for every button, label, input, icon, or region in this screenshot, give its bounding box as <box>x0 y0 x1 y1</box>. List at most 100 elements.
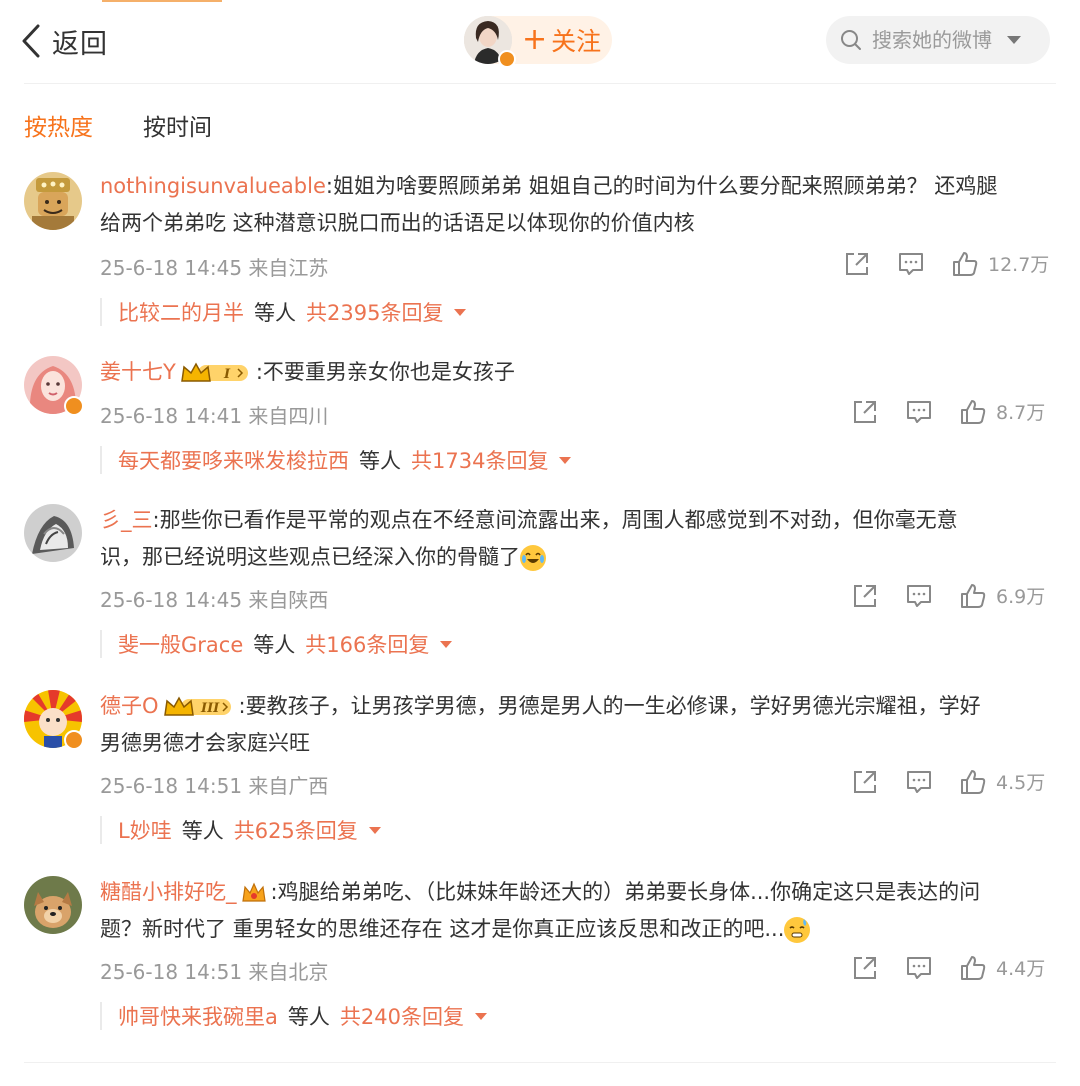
comment-icon <box>907 956 931 979</box>
like-count: 6.9万 <box>996 586 1046 608</box>
back-button[interactable]: 返回 <box>20 20 108 62</box>
share-icon <box>854 770 876 793</box>
reply-summary[interactable]: 比较二的月半 等人 共2395条回复 <box>100 298 467 326</box>
comment-meta: 25-6-18 14:45 来自江苏 <box>100 256 329 280</box>
header-bar: 返回 + 关注 <box>0 0 1080 84</box>
reply-user[interactable]: 每天都要哆来咪发梭拉西 <box>118 445 349 475</box>
verified-badge-icon <box>64 396 84 416</box>
comment-avatar[interactable] <box>24 172 82 230</box>
share-button[interactable] <box>852 399 878 425</box>
comment-button[interactable] <box>906 769 932 795</box>
comment-icon <box>907 584 931 607</box>
share-button[interactable] <box>852 955 878 981</box>
reply-count[interactable]: 共166条回复 <box>305 629 429 659</box>
share-button[interactable] <box>852 769 878 795</box>
reply-count[interactable]: 共625条回复 <box>234 815 358 845</box>
verified-badge-icon <box>64 730 84 750</box>
thumbs-up-icon <box>961 769 986 794</box>
like-button[interactable]: 12.7万 <box>952 250 1049 277</box>
comment-username[interactable]: 德子O <box>100 694 159 718</box>
sort-tabs: 按热度 按时间 <box>24 108 212 142</box>
like-count: 12.7万 <box>988 254 1050 276</box>
svg-text:III: III <box>200 701 220 716</box>
comment-avatar[interactable] <box>24 876 82 934</box>
thumbs-up-icon <box>961 955 986 980</box>
share-icon <box>854 584 876 607</box>
search-box[interactable] <box>826 16 1050 64</box>
svg-text:I: I <box>223 367 231 382</box>
comment-actions: 6.9万 <box>852 582 1045 609</box>
comment-button[interactable] <box>906 955 932 981</box>
share-icon <box>854 400 876 423</box>
comment-meta: 25-6-18 14:51 来自北京 <box>100 960 329 984</box>
reply-summary[interactable]: L妙哇 等人 共625条回复 <box>100 816 382 844</box>
reply-count[interactable]: 共240条回复 <box>340 1001 464 1031</box>
comment-actions: 4.4万 <box>852 954 1045 981</box>
profile-follow-group: + 关注 <box>464 16 612 68</box>
like-count: 8.7万 <box>996 402 1046 424</box>
chevron-left-icon <box>22 24 40 58</box>
comment-avatar[interactable] <box>24 504 82 562</box>
comment-text: 姜十七Y I:不要重男亲女你也是女孩子 <box>100 360 515 384</box>
comment-icon <box>899 252 923 275</box>
list-divider <box>24 1062 1056 1063</box>
reply-user[interactable]: L妙哇 <box>118 815 172 845</box>
verified-badge-icon <box>498 50 516 68</box>
caret-down-icon[interactable] <box>439 640 453 649</box>
comment-icon <box>907 400 931 423</box>
member-level-badge-icon: III <box>163 696 231 716</box>
tab-sort-hot[interactable]: 按热度 <box>24 108 93 142</box>
comment-username[interactable]: 彡_三 <box>100 508 153 532</box>
comment-actions: 8.7万 <box>852 398 1045 425</box>
crown-member-icon <box>241 882 266 902</box>
follow-label: 关注 <box>551 27 602 56</box>
comment-meta: 25-6-18 14:41 来自四川 <box>100 404 329 428</box>
search-input[interactable] <box>870 27 1000 53</box>
like-button[interactable]: 4.4万 <box>960 954 1045 981</box>
comment-meta: 25-6-18 14:51 来自广西 <box>100 774 329 798</box>
laugh-cry-emoji-icon <box>520 545 546 571</box>
comment-username[interactable]: 糖醋小排好吃_ <box>100 880 237 904</box>
comment-button[interactable] <box>906 583 932 609</box>
caret-down-icon[interactable] <box>474 1012 488 1021</box>
comment-actions: 12.7万 <box>844 250 1049 277</box>
thumbs-up-icon <box>961 399 986 424</box>
like-button[interactable]: 4.5万 <box>960 768 1045 795</box>
share-button[interactable] <box>844 251 870 277</box>
caret-down-icon[interactable] <box>368 826 382 835</box>
reply-user[interactable]: 帅哥快来我碗里a <box>118 1001 278 1031</box>
share-button[interactable] <box>852 583 878 609</box>
comment-actions: 4.5万 <box>852 768 1045 795</box>
reply-count[interactable]: 共2395条回复 <box>306 297 443 327</box>
thumbs-up-icon <box>953 251 978 276</box>
share-icon <box>854 956 876 979</box>
comment-text: nothingisunvalueable:姐姐为啥要照顾弟弟 姐姐自己的时间为什… <box>100 174 998 235</box>
like-button[interactable]: 6.9万 <box>960 582 1045 609</box>
comment-username[interactable]: 姜十七Y <box>100 360 176 384</box>
follow-button[interactable]: + 关注 <box>522 16 601 64</box>
like-count: 4.5万 <box>996 772 1046 794</box>
plus-icon: + <box>522 22 548 57</box>
tab-sort-time[interactable]: 按时间 <box>143 108 212 142</box>
reply-count[interactable]: 共1734条回复 <box>411 445 548 475</box>
comment-icon <box>907 770 931 793</box>
reply-summary[interactable]: 斐一般Grace 等人 共166条回复 <box>100 630 453 658</box>
comment-button[interactable] <box>906 399 932 425</box>
caret-down-icon[interactable] <box>558 456 572 465</box>
comment-button[interactable] <box>898 251 924 277</box>
reply-user[interactable]: 比较二的月半 <box>118 297 244 327</box>
like-button[interactable]: 8.7万 <box>960 398 1045 425</box>
comment-text: 糖醋小排好吃_:鸡腿给弟弟吃、（比妹妹年龄还大的）弟弟要长身体...你确定这只是… <box>100 880 981 943</box>
share-icon <box>846 252 868 275</box>
member-level-badge-icon: I <box>180 362 248 382</box>
sweat-emoji-icon <box>784 917 811 943</box>
comment-meta: 25-6-18 14:45 来自陕西 <box>100 588 329 612</box>
comment-username[interactable]: nothingisunvalueable <box>100 174 326 198</box>
reply-summary[interactable]: 每天都要哆来咪发梭拉西 等人 共1734条回复 <box>100 446 572 474</box>
dropdown-caret-icon[interactable] <box>1006 35 1022 45</box>
reply-summary[interactable]: 帅哥快来我碗里a 等人 共240条回复 <box>100 1002 488 1030</box>
thumbs-up-icon <box>961 583 986 608</box>
caret-down-icon[interactable] <box>453 308 467 317</box>
search-icon <box>841 30 861 50</box>
reply-user[interactable]: 斐一般Grace <box>118 629 243 659</box>
